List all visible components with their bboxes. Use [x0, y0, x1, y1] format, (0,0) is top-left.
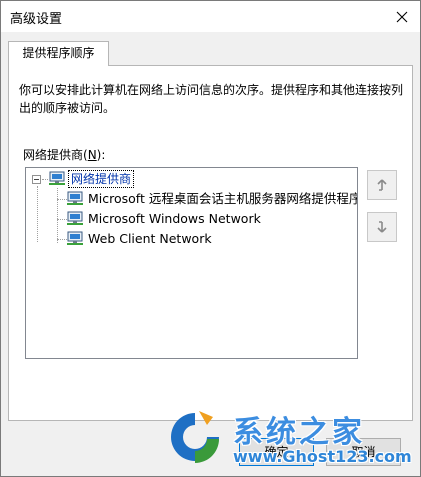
title-bar: 高级设置 [1, 1, 420, 32]
description-text: 你可以安排此计算机在网络上访问信息的次序。提供程序和其他连接按列出的顺序被访问。 [19, 83, 404, 115]
tab-provider-order-label: 提供程序顺序 [22, 46, 95, 60]
network-computer-icon [67, 211, 83, 225]
providers-label-prefix: 网络提供商( [23, 148, 88, 162]
window-title: 高级设置 [10, 12, 63, 27]
tree-root-label: 网络提供商 [68, 170, 135, 188]
tree-item-label: Microsoft 远程桌面会话主机服务器网络提供程序 [88, 191, 358, 206]
providers-label: 网络提供商(N): [23, 146, 105, 163]
tree-line [57, 188, 58, 243]
tree-item[interactable]: Web Client Network [66, 230, 214, 248]
providers-label-suffix: ): [96, 148, 106, 162]
move-down-button[interactable] [367, 212, 397, 242]
move-up-button[interactable] [367, 170, 397, 200]
tree-item-label: Web Client Network [88, 231, 212, 246]
advanced-settings-dialog: 高级设置 提供程序顺序 你可以安排此计算机在网络上访问信息的次序。提供程序和其他… [0, 0, 421, 477]
network-computer-icon [49, 171, 65, 185]
network-computer-icon [67, 231, 83, 245]
providers-label-accel: N [87, 148, 97, 162]
tree-item[interactable]: Microsoft 远程桌面会话主机服务器网络提供程序 [66, 190, 358, 208]
arrow-up-icon [377, 179, 387, 191]
tab-provider-order[interactable]: 提供程序顺序 [8, 41, 109, 66]
close-icon [396, 11, 408, 22]
tree-line [37, 186, 38, 242]
providers-tree[interactable]: 网络提供商 Microsoft 远程桌面会话主机服务器网络提供程序 Micros… [25, 167, 358, 359]
arrow-down-icon [377, 221, 387, 233]
ok-button[interactable]: 确定 [239, 438, 314, 466]
close-button[interactable] [384, 1, 420, 32]
network-computer-icon [67, 191, 83, 205]
cancel-button[interactable]: 取消 [326, 438, 401, 466]
tree-item-label: Microsoft Windows Network [88, 211, 261, 226]
tree-item[interactable]: Microsoft Windows Network [66, 210, 263, 228]
tree-root-item[interactable]: 网络提供商 [48, 170, 135, 188]
collapse-toggle[interactable] [32, 175, 41, 184]
